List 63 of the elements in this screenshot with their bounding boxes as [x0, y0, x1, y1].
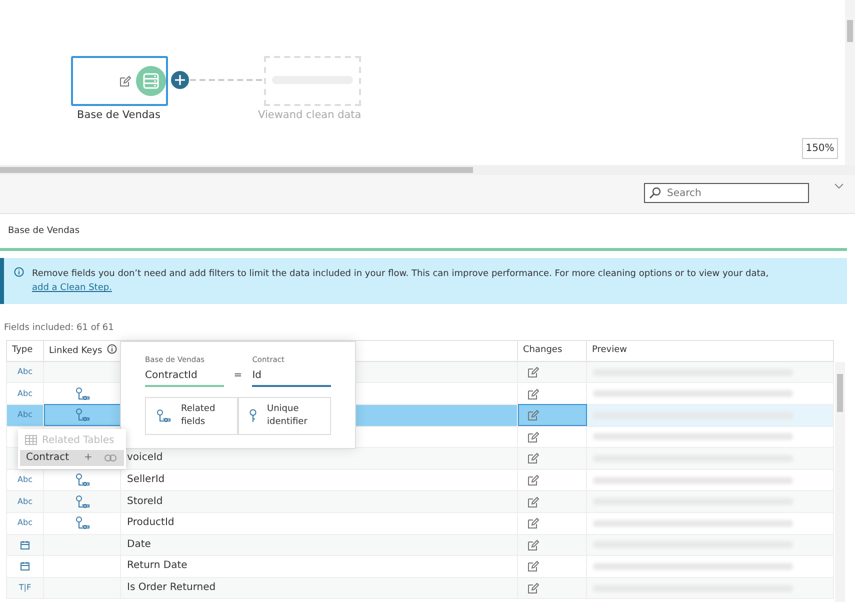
linked-key-icon[interactable]	[74, 408, 90, 422]
type-label: Abc	[18, 410, 32, 420]
column-header[interactable]: Preview	[592, 345, 628, 356]
edit-icon[interactable]	[527, 582, 539, 594]
node-label: Viewand clean data	[258, 108, 362, 123]
node-label: Base de Vendas	[77, 108, 160, 123]
add-action[interactable]: +	[84, 450, 100, 466]
info-icon	[14, 267, 24, 277]
edit-icon	[119, 75, 131, 87]
flow-node[interactable]	[71, 56, 168, 106]
fields-count: Fields included: 61 of 61	[3, 322, 115, 335]
edit-icon[interactable]	[527, 538, 539, 551]
field-name: Date	[127, 538, 151, 550]
info-icon	[107, 344, 118, 354]
step-label: Related fields	[181, 402, 216, 430]
type-label: Abc	[18, 367, 32, 376]
join-field: Id	[252, 365, 331, 388]
linked-key-icon[interactable]	[74, 386, 90, 401]
key-icon	[249, 409, 257, 424]
type-label: T|F	[18, 583, 32, 592]
join-field: ContractId	[145, 365, 224, 388]
search-icon	[649, 187, 661, 199]
field-name: ProductId	[127, 517, 174, 528]
calendar-icon	[20, 540, 30, 550]
scrollbar[interactable]	[0, 165, 855, 175]
zoom-level[interactable]: 150%	[802, 138, 838, 159]
edit-icon[interactable]	[527, 430, 539, 443]
field-name: Is Order Returned	[127, 582, 216, 594]
edit-icon[interactable]	[527, 474, 539, 486]
type-label: Abc	[18, 388, 32, 398]
field-name: StoreId	[127, 496, 163, 507]
connector-line	[190, 79, 262, 81]
field-name: SellerId	[127, 474, 165, 486]
calendar-icon	[20, 561, 30, 572]
edit-icon[interactable]	[527, 452, 539, 464]
scrollbar[interactable]	[845, 0, 855, 165]
edit-icon[interactable]	[527, 496, 539, 508]
linked-key-icon[interactable]	[74, 516, 90, 530]
table-name[interactable]: Contract	[20, 450, 84, 466]
type-label: Abc	[18, 496, 32, 506]
edit-icon[interactable]	[527, 388, 539, 400]
search-field[interactable]: Search	[644, 183, 809, 203]
menu-title: Related Tables	[42, 434, 114, 448]
type-label: Abc	[18, 475, 32, 484]
linked-key-icon	[156, 409, 171, 424]
scrollbar[interactable]	[835, 362, 845, 602]
chevron-down-icon[interactable]	[834, 183, 844, 189]
linked-key-icon[interactable]	[74, 494, 90, 509]
field-name: Return Date	[127, 560, 188, 572]
table-icon	[25, 435, 37, 446]
linked-key-icon[interactable]	[74, 473, 90, 488]
field-name: voiceId	[127, 452, 163, 464]
step-label: Unique identifier	[267, 402, 308, 430]
edit-icon[interactable]	[527, 560, 539, 572]
add-icon[interactable]	[175, 75, 185, 85]
database-icon	[142, 72, 160, 90]
edit-icon[interactable]	[527, 517, 539, 530]
info-text: Remove fields you don’t need and add filters to limit the data included in your flow. This can improve performance. For more cleaning options or to view your data, add a Clean Step.	[32, 268, 770, 296]
type-label: Abc	[18, 518, 32, 528]
edit-icon[interactable]	[527, 366, 539, 378]
equals-sign: =	[234, 369, 242, 384]
add-clean-step-link[interactable]: add a Clean Step.	[32, 283, 112, 294]
edit-icon[interactable]	[527, 409, 539, 422]
